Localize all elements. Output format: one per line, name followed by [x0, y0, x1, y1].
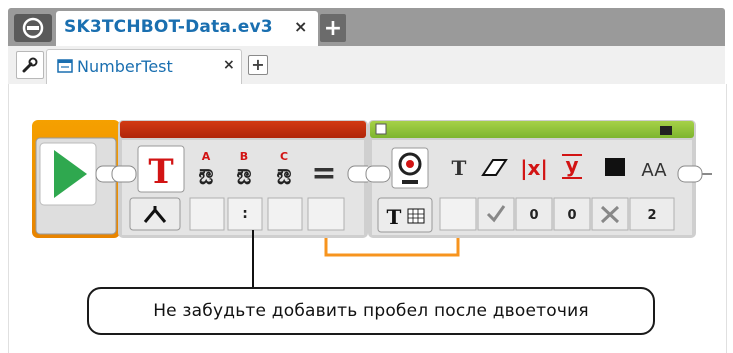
text-block-icon: T	[148, 152, 173, 192]
svg-text:ಔ: ಔ	[276, 165, 291, 190]
font-param-slot[interactable]: 2	[629, 197, 675, 231]
svg-text:A: A	[202, 150, 211, 163]
svg-text:0: 0	[567, 208, 576, 223]
text-param-icon: T	[452, 156, 467, 180]
text-output-plug[interactable]	[307, 197, 345, 231]
output-equals-icon: =	[311, 156, 336, 191]
display-block[interactable]: T T |x| y AA 0 0 2	[365, 120, 712, 238]
erase-param-slot[interactable]	[477, 197, 515, 231]
svg-text:ಔ: ಔ	[198, 165, 213, 190]
svg-text:2: 2	[647, 208, 656, 223]
text-merge-block[interactable]: T A ಔ B ಔ : C ಔ =	[111, 120, 375, 238]
svg-text::: :	[242, 206, 248, 222]
color-param-icon	[605, 158, 625, 176]
svg-text:T: T	[387, 205, 402, 229]
y-param-icon: y	[565, 153, 578, 177]
start-block[interactable]	[32, 120, 121, 238]
svg-text:ಔ: ಔ	[236, 165, 251, 190]
callout-note: Не забудьте добавить пробел после двоето…	[87, 287, 655, 335]
display-text-input[interactable]	[439, 197, 477, 231]
y-param-slot[interactable]: 0	[553, 197, 591, 231]
color-param-slot[interactable]	[591, 197, 629, 231]
x-param-slot[interactable]: 0	[515, 197, 553, 231]
x-param-icon: |x|	[520, 156, 548, 180]
brick-port-icon	[660, 126, 672, 135]
svg-text:0: 0	[529, 208, 538, 223]
svg-text:B: B	[240, 150, 248, 163]
font-param-icon: AA	[641, 160, 667, 181]
svg-text:C: C	[280, 150, 288, 163]
